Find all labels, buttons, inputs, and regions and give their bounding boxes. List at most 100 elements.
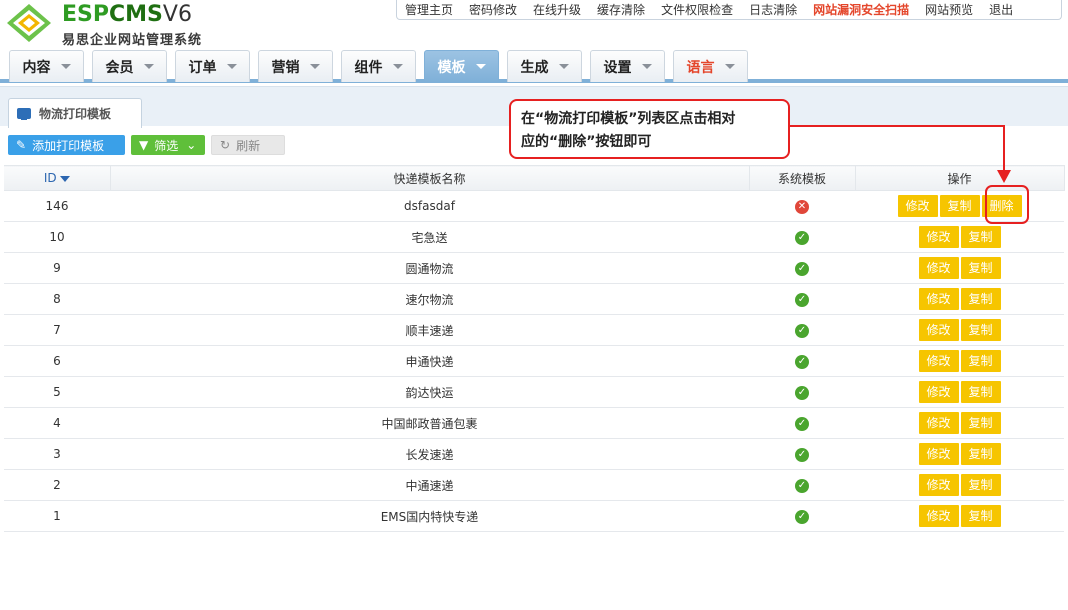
filter-button[interactable]: ▼ 筛选 ⌄ xyxy=(131,135,205,155)
cell-id: 3 xyxy=(4,438,110,470)
callout-line-2: 应的“删除”按钮即可 xyxy=(521,134,652,150)
check-circle-icon: ✓ xyxy=(795,510,809,524)
edit-button[interactable]: 修改 xyxy=(918,412,959,434)
chevron-down-icon[interactable] xyxy=(392,64,403,69)
nav-item-3[interactable]: 营销 xyxy=(258,50,333,82)
edit-icon: ✎ xyxy=(16,138,27,152)
chevron-down-icon[interactable] xyxy=(641,64,652,69)
cell-id: 4 xyxy=(4,407,110,439)
top-link-3[interactable]: 缓存清除 xyxy=(589,1,653,19)
copy-button[interactable]: 复制 xyxy=(960,443,1001,465)
copy-button[interactable]: 复制 xyxy=(960,474,1001,496)
column-header-id[interactable]: ID xyxy=(4,165,111,191)
cross-circle-icon: ✕ xyxy=(795,200,809,214)
cell-id: 6 xyxy=(4,345,110,377)
cell-actions: 修改 复制 xyxy=(855,438,1064,470)
cell-name: 顺丰速递 xyxy=(110,314,749,346)
copy-button[interactable]: 复制 xyxy=(960,257,1001,279)
top-link-0[interactable]: 管理主页 xyxy=(397,1,461,19)
cell-system: ✓ xyxy=(749,376,855,408)
refresh-icon: ↻ xyxy=(220,138,231,152)
cell-actions: 修改 复制 xyxy=(855,252,1064,284)
copy-button[interactable]: 复制 xyxy=(939,195,980,217)
copy-button[interactable]: 复制 xyxy=(960,319,1001,341)
chevron-down-icon[interactable] xyxy=(475,64,486,69)
logo[interactable]: ESPCMSV6 易思企业网站管理系统 xyxy=(4,2,234,48)
cell-name: 速尔物流 xyxy=(110,283,749,315)
copy-button[interactable]: 复制 xyxy=(960,350,1001,372)
chevron-down-icon[interactable] xyxy=(60,64,71,69)
copy-button[interactable]: 复制 xyxy=(960,505,1001,527)
edit-button[interactable]: 修改 xyxy=(918,257,959,279)
cell-name: 中通速递 xyxy=(110,469,749,501)
delete-button-highlight xyxy=(985,185,1029,224)
table-row: 146 dsfasdaf ✕ 修改 复制 删除 xyxy=(4,190,1064,222)
table-row: 6 申通快递 ✓ 修改 复制 xyxy=(4,345,1064,377)
nav-item-6[interactable]: 生成 xyxy=(507,50,582,82)
callout-line-1: 在“物流打印模板”列表区点击相对 xyxy=(521,111,736,127)
copy-button[interactable]: 复制 xyxy=(960,381,1001,403)
nav-item-4[interactable]: 组件 xyxy=(341,50,416,82)
nav-item-1[interactable]: 会员 xyxy=(92,50,167,82)
top-link-5[interactable]: 日志清除 xyxy=(741,1,805,19)
chevron-down-icon[interactable] xyxy=(558,64,569,69)
table-row: 9 圆通物流 ✓ 修改 复制 xyxy=(4,252,1064,284)
copy-button[interactable]: 复制 xyxy=(960,288,1001,310)
chevron-down-icon[interactable] xyxy=(724,64,735,69)
copy-button[interactable]: 复制 xyxy=(960,412,1001,434)
refresh-label: 刷新 xyxy=(236,138,261,153)
edit-button[interactable]: 修改 xyxy=(918,381,959,403)
cell-id: 9 xyxy=(4,252,110,284)
edit-button[interactable]: 修改 xyxy=(918,226,959,248)
refresh-button[interactable]: ↻ 刷新 xyxy=(211,135,285,155)
nav-item-label: 组件 xyxy=(354,59,383,76)
top-link-2[interactable]: 在线升级 xyxy=(525,1,589,19)
header: ESPCMSV6 易思企业网站管理系统 管理主页 密码修改 在线升级 缓存清除 文件权限… xyxy=(0,0,1068,83)
chevron-down-icon[interactable] xyxy=(226,64,237,69)
nav-item-0[interactable]: 内容 xyxy=(9,50,84,82)
edit-button[interactable]: 修改 xyxy=(918,505,959,527)
check-circle-icon: ✓ xyxy=(795,293,809,307)
edit-button[interactable]: 修改 xyxy=(918,350,959,372)
check-circle-icon: ✓ xyxy=(795,355,809,369)
edit-button[interactable]: 修改 xyxy=(918,443,959,465)
nav-item-2[interactable]: 订单 xyxy=(175,50,250,82)
monitor-icon xyxy=(17,108,31,120)
add-template-button[interactable]: ✎ 添加打印模板 xyxy=(8,135,125,155)
check-circle-icon: ✓ xyxy=(795,231,809,245)
chevron-down-icon: ⌄ xyxy=(186,138,197,152)
top-link-1[interactable]: 密码修改 xyxy=(461,1,525,19)
top-link-8[interactable]: 退出 xyxy=(981,1,1021,19)
top-link-4[interactable]: 文件权限检查 xyxy=(653,1,741,19)
nav-item-label: 设置 xyxy=(603,59,632,76)
table-row: 4 中国邮政普通包裹 ✓ 修改 复制 xyxy=(4,407,1064,439)
cell-id: 5 xyxy=(4,376,110,408)
edit-button[interactable]: 修改 xyxy=(897,195,938,217)
nav-item-label: 模板 xyxy=(437,59,466,76)
espcms-logo-icon xyxy=(7,4,51,42)
nav-item-5[interactable]: 模板 xyxy=(424,50,499,82)
check-circle-icon: ✓ xyxy=(795,448,809,462)
cell-actions: 修改 复制 xyxy=(855,407,1064,439)
nav-item-7[interactable]: 设置 xyxy=(590,50,665,82)
table-row: 8 速尔物流 ✓ 修改 复制 xyxy=(4,283,1064,315)
brand-name: ESPCMSV6 xyxy=(62,2,192,27)
edit-button[interactable]: 修改 xyxy=(918,319,959,341)
copy-button[interactable]: 复制 xyxy=(960,226,1001,248)
table-row: 1 EMS国内特快专递 ✓ 修改 复制 xyxy=(4,500,1064,532)
top-link-6[interactable]: 网站漏洞安全扫描 xyxy=(805,1,917,19)
top-link-7[interactable]: 网站预览 xyxy=(917,1,981,19)
nav-item-8[interactable]: 语言 xyxy=(673,50,748,82)
edit-button[interactable]: 修改 xyxy=(918,288,959,310)
edit-button[interactable]: 修改 xyxy=(918,474,959,496)
tab-label: 物流打印模板 xyxy=(39,107,112,121)
cell-actions: 修改 复制 xyxy=(855,283,1064,315)
cell-actions: 修改 复制 xyxy=(855,314,1064,346)
chevron-down-icon[interactable] xyxy=(143,64,154,69)
column-header-action: 操作 xyxy=(855,165,1065,191)
table-row: 10 宅急送 ✓ 修改 复制 xyxy=(4,221,1064,253)
table-header-row: ID 快递模板名称 系统模板 操作 xyxy=(4,165,1065,191)
chevron-down-icon[interactable] xyxy=(309,64,320,69)
tab-logistics-print-template[interactable]: 物流打印模板 xyxy=(8,98,142,128)
cell-name: 韵达快运 xyxy=(110,376,749,408)
